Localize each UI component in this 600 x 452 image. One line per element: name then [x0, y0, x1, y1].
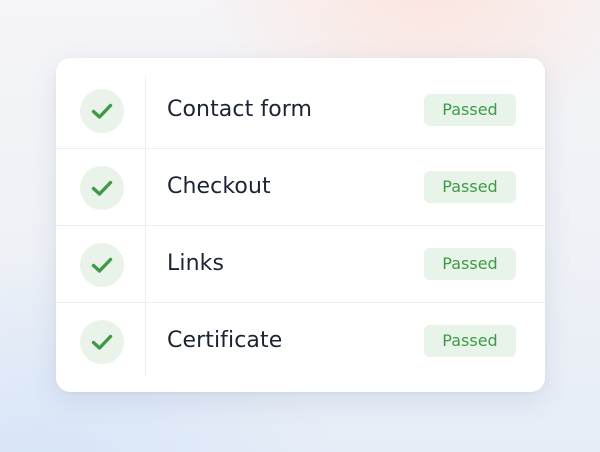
check-row-certificate: Certificate Passed	[56, 303, 545, 391]
checks-card: Contact form Passed Checkout Passed Link…	[56, 58, 545, 392]
status-badge: Passed	[424, 248, 516, 280]
check-icon	[80, 320, 124, 364]
check-label: Checkout	[167, 174, 271, 199]
status-badge: Passed	[424, 171, 516, 203]
status-badge: Passed	[424, 325, 516, 357]
check-label: Certificate	[167, 328, 283, 353]
check-label: Links	[167, 251, 225, 276]
check-row-contact-form: Contact form Passed	[56, 58, 545, 149]
check-icon	[80, 243, 124, 287]
check-icon	[80, 166, 124, 210]
status-badge: Passed	[424, 94, 516, 126]
check-icon	[80, 89, 124, 133]
check-label: Contact form	[167, 97, 313, 122]
check-row-checkout: Checkout Passed	[56, 149, 545, 226]
check-row-links: Links Passed	[56, 226, 545, 303]
